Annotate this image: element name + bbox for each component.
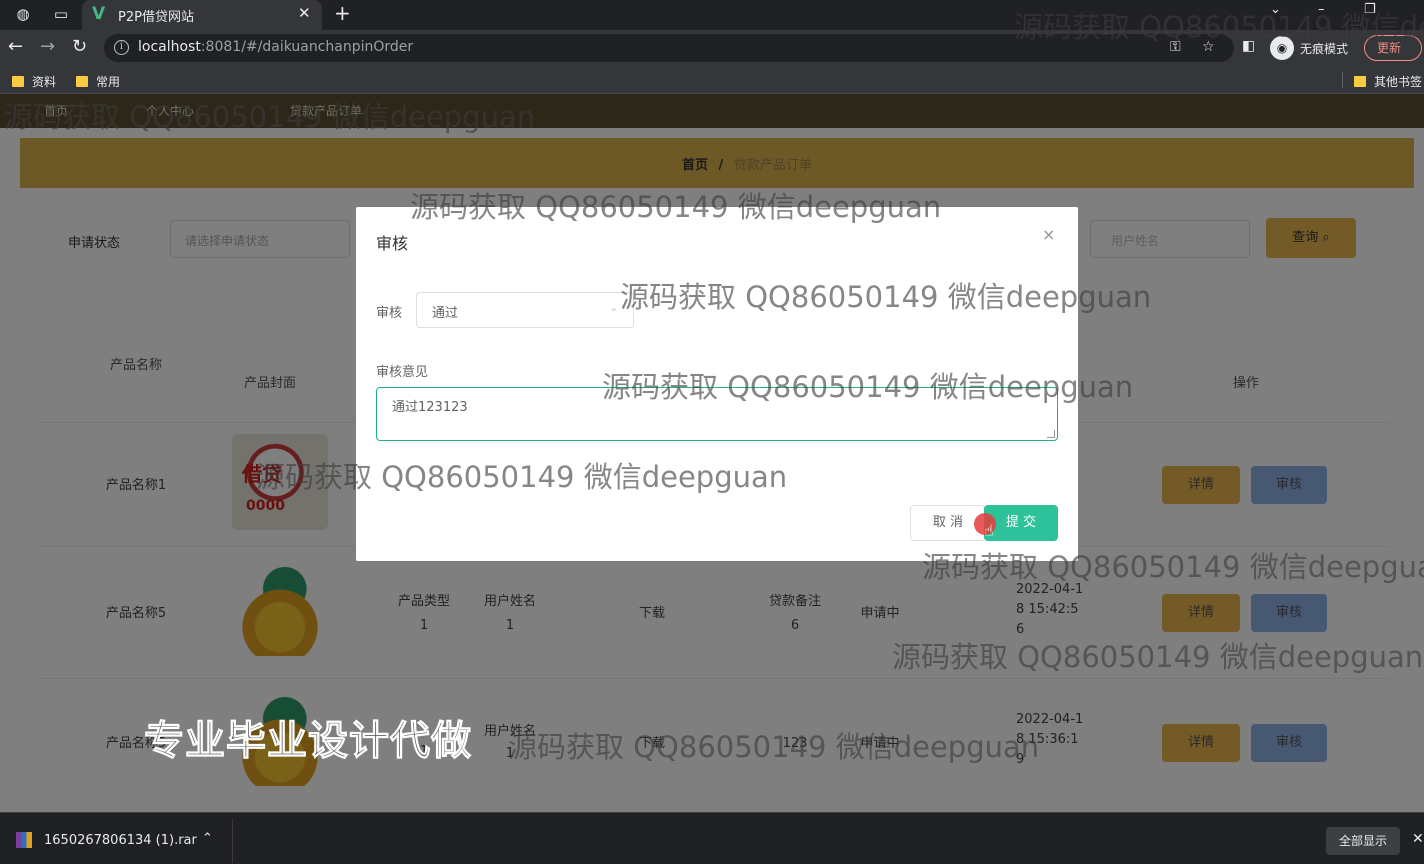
restore-icon[interactable]: ❐ xyxy=(1364,2,1376,17)
audit-field-label: 审核 xyxy=(376,306,403,321)
audit-select-value: 通过 xyxy=(432,306,459,321)
star-icon[interactable]: ☆ xyxy=(1202,39,1215,55)
hand-cursor-icon: ☝ xyxy=(984,521,994,540)
address-bar[interactable]: i localhost:8081/#/daikuanchanpinOrder ⚿… xyxy=(104,34,1234,62)
opinion-field-label: 审核意见 xyxy=(376,365,429,380)
update-button[interactable]: 更新 xyxy=(1364,35,1422,61)
opinion-textarea[interactable]: 通过123123 xyxy=(376,387,1058,441)
browser-toolbar: ← → ↻ i localhost:8081/#/daikuanchanpinO… xyxy=(0,30,1424,66)
rar-file-icon xyxy=(16,832,32,848)
back-icon[interactable]: ← xyxy=(8,36,23,57)
audit-select[interactable]: 通过 ⌄ xyxy=(416,292,634,328)
incognito-icon[interactable]: ◉ xyxy=(1270,36,1294,60)
audit-dialog: 审核 × 审核 通过 ⌄ 审核意见 通过123123 取 消 提 交 ☝ xyxy=(356,207,1078,561)
forward-icon[interactable]: → xyxy=(40,36,55,57)
folder-icon xyxy=(12,76,24,87)
new-tab-icon[interactable]: + xyxy=(334,1,351,25)
globe-icon[interactable]: ◍ xyxy=(10,3,36,25)
bookmark-folder[interactable]: 资料 xyxy=(12,73,56,90)
promo-text: 专业毕业设计代做 xyxy=(144,718,472,765)
chevron-up-icon[interactable]: ⌃ xyxy=(202,831,213,846)
tab-title: P2P借贷网站 xyxy=(118,10,194,25)
vue-logo-icon: V xyxy=(92,4,106,24)
bookmark-folder[interactable]: 常用 xyxy=(76,73,120,90)
folder-icon xyxy=(76,76,88,87)
incognito-label: 无痕模式 xyxy=(1300,42,1349,56)
info-icon[interactable]: i xyxy=(114,40,129,55)
chevron-down-icon[interactable]: ⌄ xyxy=(1270,2,1281,17)
opinion-text: 通过123123 xyxy=(392,400,468,415)
folder-icon xyxy=(1354,76,1366,87)
bookmark-separator xyxy=(1342,72,1343,88)
tab-bar: ◍ ▭ V P2P借贷网站 ✕ + ⌄ – ❐ xyxy=(0,0,1424,30)
bookmarks-bar: 资料 常用 其他书签 xyxy=(0,66,1424,94)
resize-handle-icon[interactable] xyxy=(1047,430,1055,438)
other-bookmarks[interactable]: 其他书签 xyxy=(1354,73,1422,90)
show-all-button[interactable]: 全部显示 xyxy=(1326,827,1400,855)
dialog-title: 审核 xyxy=(376,234,409,253)
close-icon[interactable]: ✕ xyxy=(1412,831,1424,847)
tab-search-icon[interactable]: ▭ xyxy=(48,3,74,25)
download-filename[interactable]: 1650267806134 (1).rar xyxy=(44,833,197,848)
close-icon[interactable]: × xyxy=(1042,225,1055,244)
sidebar-icon[interactable]: ◧ xyxy=(1242,38,1255,54)
download-shelf: 1650267806134 (1).rar ⌃ 全部显示 ✕ xyxy=(0,812,1424,864)
browser-tab[interactable]: V P2P借贷网站 ✕ xyxy=(82,0,322,30)
url-text[interactable]: localhost:8081/#/daikuanchanpinOrder xyxy=(138,39,413,55)
tab-close-icon[interactable]: ✕ xyxy=(298,4,311,22)
reload-icon[interactable]: ↻ xyxy=(72,36,87,57)
chevron-down-icon: ⌄ xyxy=(609,301,619,314)
key-icon[interactable]: ⚿ xyxy=(1170,39,1181,55)
minimize-icon[interactable]: – xyxy=(1318,2,1325,17)
divider xyxy=(232,819,233,863)
